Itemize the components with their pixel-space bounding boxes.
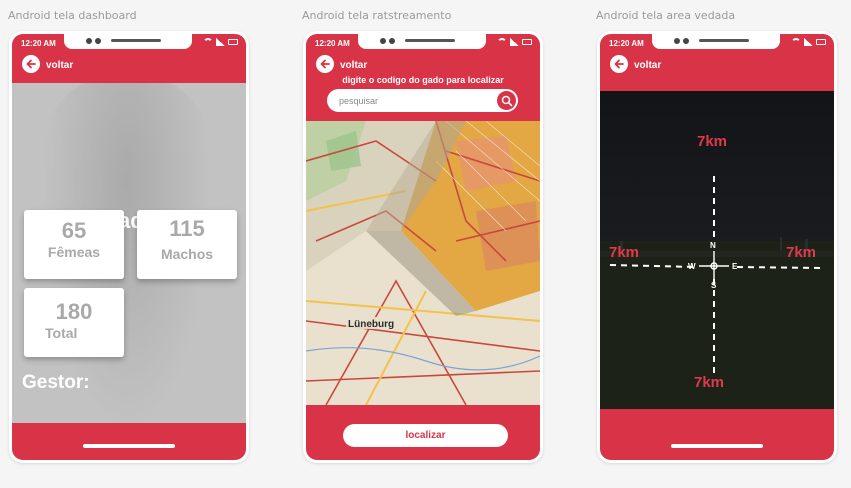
distance-north: 7km [697, 133, 728, 150]
compass-north: N [710, 241, 716, 250]
camera-dot [380, 38, 386, 44]
map-illustration: Lüneburg [306, 121, 540, 405]
wifi-icon [791, 38, 801, 46]
speaker-grille [111, 39, 161, 42]
status-time: 12:20 AM [609, 39, 644, 48]
status-time: 12:20 AM [315, 39, 350, 48]
status-time: 12:20 AM [21, 39, 56, 48]
search-prompt: digite o codigo do gado para localizar [342, 75, 504, 85]
camera-dot [683, 38, 689, 44]
camera-notch [64, 34, 192, 49]
signal-icon [216, 38, 225, 46]
status-bar: 12:20 AM [600, 34, 834, 54]
stat-card-males[interactable]: 115 Machos [137, 210, 237, 279]
back-button[interactable] [610, 55, 628, 73]
status-icons [791, 38, 826, 46]
fenced-area-map[interactable]: 7km 7km 7km 7km N S W E [600, 91, 834, 409]
back-label[interactable]: voltar [340, 60, 367, 71]
compass-icon: N S W E [688, 241, 738, 290]
dashboard-content: Gado 65 Fêmeas 115 Machos 180 Total Gest… [12, 83, 246, 423]
wifi-icon [497, 38, 507, 46]
distance-west: 7km [609, 244, 640, 261]
camera-notch [652, 34, 780, 49]
back-arrow-icon [614, 59, 624, 69]
battery-icon [816, 39, 826, 45]
signal-icon [804, 38, 813, 46]
status-bar: 12:20 AM [12, 34, 246, 54]
locate-button[interactable]: localizar [343, 424, 508, 447]
phone-tracking: 12:20 AM voltar digite o codigo do gado … [303, 31, 543, 463]
stat-value: 180 [55, 299, 93, 324]
back-arrow-icon [26, 59, 36, 69]
frame-label-tracking: Android tela ratstreamento [302, 9, 452, 22]
compass-east: E [732, 262, 738, 271]
frame-label-dashboard: Android tela dashboard [8, 9, 137, 22]
frame-label-fenced-area: Android tela area vedada [596, 9, 736, 22]
back-button[interactable] [316, 55, 334, 73]
back-arrow-icon [320, 59, 330, 69]
camera-dot [86, 38, 92, 44]
status-bar: 12:20 AM [306, 34, 540, 54]
svg-text:Lüneburg: Lüneburg [348, 319, 394, 330]
battery-icon [228, 39, 238, 45]
status-icons [203, 38, 238, 46]
stat-label: Total [45, 325, 78, 341]
compass-west: W [688, 262, 696, 271]
stat-card-total[interactable]: 180 Total [24, 288, 124, 357]
screen-tracking: 12:20 AM voltar digite o codigo do gado … [306, 34, 540, 460]
camera-dot [389, 38, 395, 44]
search-input[interactable] [339, 93, 479, 108]
speaker-grille [405, 39, 455, 42]
back-label[interactable]: voltar [46, 60, 73, 71]
back-button[interactable] [22, 55, 40, 73]
wifi-icon [203, 38, 213, 46]
search-icon [501, 95, 512, 106]
home-indicator[interactable] [671, 444, 763, 448]
signal-icon [510, 38, 519, 46]
screen-fenced-area: 12:20 AM voltar 7km 7km 7km 7km N S W E [600, 34, 834, 460]
stat-value: 65 [61, 218, 87, 243]
stat-card-females[interactable]: 65 Fêmeas [24, 210, 124, 279]
distance-south: 7km [694, 374, 725, 391]
distance-east: 7km [786, 244, 817, 261]
camera-dot [95, 38, 101, 44]
speaker-grille [699, 39, 749, 42]
phone-dashboard: 12:20 AM voltar Gado 65 Fêmeas 115 Macho… [9, 31, 249, 463]
stat-value: 115 [169, 216, 205, 241]
home-indicator[interactable] [83, 444, 175, 448]
gestor-label: Gestor: [22, 372, 90, 393]
search-button[interactable] [497, 91, 516, 110]
compass-south: S [711, 281, 717, 290]
camera-notch [358, 34, 486, 49]
battery-icon [522, 39, 532, 45]
screen-dashboard: 12:20 AM voltar Gado 65 Fêmeas 115 Macho… [12, 34, 246, 460]
phone-fenced-area: 12:20 AM voltar 7km 7km 7km 7km N S W E [597, 31, 837, 463]
map-image[interactable]: Lüneburg [306, 121, 540, 405]
search-bar[interactable] [327, 89, 518, 112]
status-icons [497, 38, 532, 46]
stat-label: Machos [160, 246, 214, 262]
stat-label: Fêmeas [47, 244, 101, 260]
camera-dot [674, 38, 680, 44]
back-label[interactable]: voltar [634, 60, 661, 71]
